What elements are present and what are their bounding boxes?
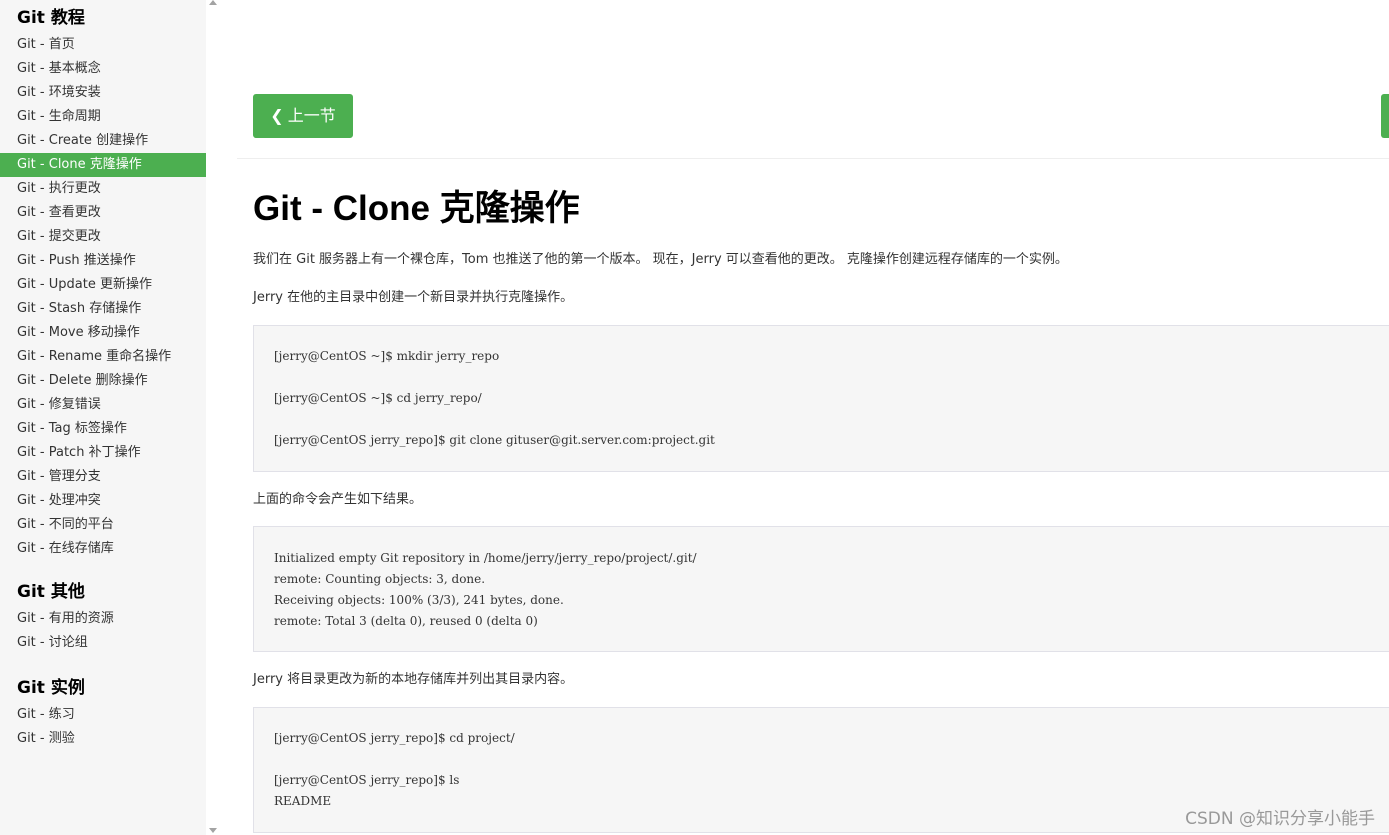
page-title: Git - Clone 克隆操作 xyxy=(253,189,580,228)
scroll-up-arrow-icon[interactable] xyxy=(209,0,217,5)
code-line: [jerry@CentOS jerry_repo]$ ls xyxy=(274,773,460,787)
sidebar-item[interactable]: Git - 测验 xyxy=(0,727,206,751)
sidebar-item[interactable]: Git - 执行更改 xyxy=(0,177,206,201)
sidebar-item[interactable]: Git - 有用的资源 xyxy=(0,607,206,631)
code-line: Receiving objects: 100% (3/3), 241 bytes… xyxy=(274,593,564,607)
sidebar-group-tutorial: Git 教程 Git - 首页 Git - 基本概念 Git - 环境安装 Gi… xyxy=(0,0,206,561)
code-line: remote: Counting objects: 3, done. xyxy=(274,572,486,586)
paragraph: 上面的命令会产生如下结果。 xyxy=(253,492,423,507)
sidebar-item[interactable]: Git - 练习 xyxy=(0,703,206,727)
sidebar-item[interactable]: Git - 环境安装 xyxy=(0,81,206,105)
sidebar-item[interactable]: Git - 讨论组 xyxy=(0,631,206,655)
code-line: Initialized empty Git repository in /hom… xyxy=(274,551,697,565)
paragraph: Jerry 将目录更改为新的本地存储库并列出其目录内容。 xyxy=(253,672,574,687)
prev-section-label: 上一节 xyxy=(287,106,336,125)
code-line: [jerry@CentOS ~]$ mkdir jerry_repo xyxy=(274,349,500,363)
sidebar-item[interactable]: Git - 在线存储库 xyxy=(0,537,206,561)
sidebar-item[interactable]: Git - Move 移动操作 xyxy=(0,321,206,345)
sidebar-item[interactable]: Git - Stash 存储操作 xyxy=(0,297,206,321)
scroll-down-arrow-icon[interactable] xyxy=(209,828,217,833)
sidebar-group-examples: Git 实例 Git - 练习 Git - 测验 xyxy=(0,673,206,751)
paragraph: Jerry 在他的主目录中创建一个新目录并执行克隆操作。 xyxy=(253,290,574,305)
main-content: ❮ 上一节 Git - Clone 克隆操作 我们在 Git 服务器上有一个裸仓库… xyxy=(237,0,1389,835)
prev-section-button[interactable]: ❮ 上一节 xyxy=(253,94,353,138)
sidebar-item[interactable]: Git - Update 更新操作 xyxy=(0,273,206,297)
sidebar-item[interactable]: Git - 生命周期 xyxy=(0,105,206,129)
sidebar-item[interactable]: Git - 基本概念 xyxy=(0,57,206,81)
sidebar-item[interactable]: Git - 首页 xyxy=(0,33,206,57)
code-line: remote: Total 3 (delta 0), reused 0 (del… xyxy=(274,614,538,628)
sidebar-item[interactable]: Git - 处理冲突 xyxy=(0,489,206,513)
intro-paragraph: 我们在 Git 服务器上有一个裸仓库，Tom 也推送了他的第一个版本。 现在，J… xyxy=(253,252,1068,267)
sidebar-item[interactable]: Git - Tag 标签操作 xyxy=(0,417,206,441)
sidebar-section-title: Git 实例 xyxy=(17,678,85,698)
sidebar-item[interactable]: Git - Create 创建操作 xyxy=(0,129,206,153)
sidebar-item[interactable]: Git - 管理分支 xyxy=(0,465,206,489)
sidebar-section-title: Git 其他 xyxy=(17,582,85,602)
code-block: Initialized empty Git repository in /hom… xyxy=(253,526,1389,652)
code-line: [jerry@CentOS jerry_repo]$ git clone git… xyxy=(274,433,715,447)
sidebar-item[interactable]: Git - 提交更改 xyxy=(0,225,206,249)
sidebar-item-active[interactable]: Git - Clone 克隆操作 xyxy=(0,153,206,177)
sidebar-group-other: Git 其他 Git - 有用的资源 Git - 讨论组 xyxy=(0,577,206,655)
sidebar-item[interactable]: Git - Push 推送操作 xyxy=(0,249,206,273)
sidebar-scrollbar[interactable] xyxy=(206,0,220,835)
sidebar-item[interactable]: Git - Rename 重命名操作 xyxy=(0,345,206,369)
sidebar-item[interactable]: Git - Patch 补丁操作 xyxy=(0,441,206,465)
watermark: CSDN @知识分享小能手 xyxy=(1185,809,1375,829)
sidebar-item[interactable]: Git - 查看更改 xyxy=(0,201,206,225)
chevron-left-icon: ❮ xyxy=(270,106,284,125)
code-line: [jerry@CentOS ~]$ cd jerry_repo/ xyxy=(274,391,482,405)
code-line: [jerry@CentOS jerry_repo]$ cd project/ xyxy=(274,731,515,745)
sidebar: Git 教程 Git - 首页 Git - 基本概念 Git - 环境安装 Gi… xyxy=(0,0,206,835)
sidebar-item[interactable]: Git - Delete 删除操作 xyxy=(0,369,206,393)
sidebar-section-title: Git 教程 xyxy=(17,8,85,28)
code-block: [jerry@CentOS ~]$ mkdir jerry_repo [jerr… xyxy=(253,325,1389,472)
sidebar-item[interactable]: Git - 修复错误 xyxy=(0,393,206,417)
divider xyxy=(237,158,1389,159)
sidebar-item[interactable]: Git - 不同的平台 xyxy=(0,513,206,537)
next-section-button[interactable] xyxy=(1381,94,1389,138)
